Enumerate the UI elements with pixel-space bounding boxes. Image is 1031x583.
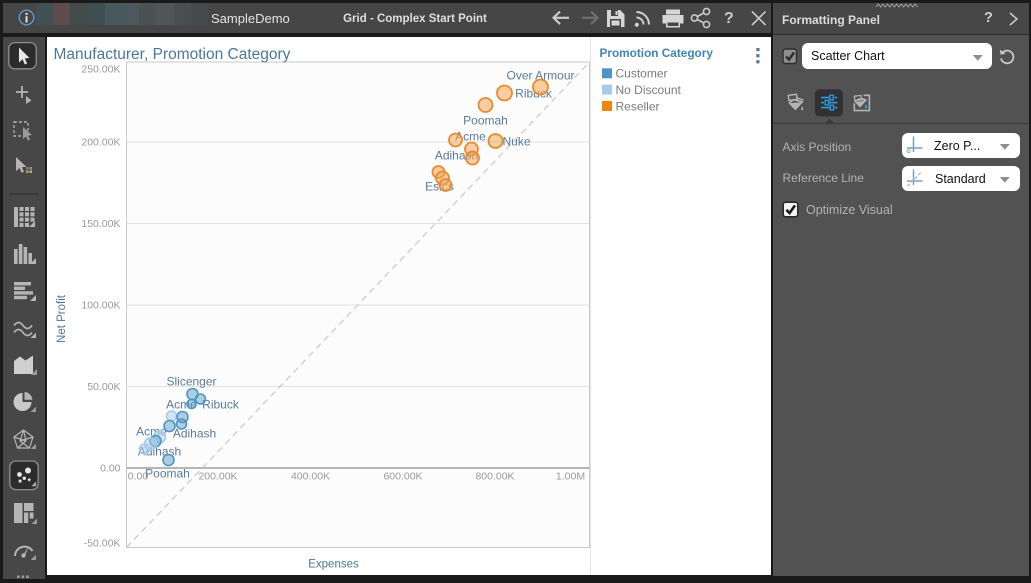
svg-text:-50.00K: -50.00K <box>83 538 120 550</box>
svg-text:?: ? <box>724 10 734 27</box>
svg-text:No Discount: No Discount <box>615 83 681 97</box>
svg-text:600.00K: 600.00K <box>383 471 422 483</box>
svg-text:Ribuck: Ribuck <box>202 397 240 411</box>
svg-text:Promotion Category: Promotion Category <box>599 46 713 60</box>
svg-text:Reseller: Reseller <box>615 99 659 113</box>
svg-text:Manufacturer, Promotion Catego: Manufacturer, Promotion Category <box>53 46 290 63</box>
svg-text:150.00K: 150.00K <box>81 218 120 230</box>
svg-text:Poomah: Poomah <box>145 466 190 480</box>
svg-text:200.00K: 200.00K <box>198 471 237 483</box>
svg-text:1.00M: 1.00M <box>555 471 584 483</box>
svg-text:Nuke: Nuke <box>502 134 530 148</box>
svg-text:400.00K: 400.00K <box>290 471 329 483</box>
svg-text:Customer: Customer <box>615 67 667 81</box>
svg-text:800.00K: 800.00K <box>475 471 514 483</box>
svg-text:0.00: 0.00 <box>100 463 121 475</box>
svg-text:50.00K: 50.00K <box>87 381 120 393</box>
svg-text:Slicenger: Slicenger <box>166 374 216 388</box>
svg-text:250.00K: 250.00K <box>81 64 120 76</box>
svg-text:Net Profit: Net Profit <box>56 294 68 343</box>
svg-text:200.00K: 200.00K <box>81 137 120 149</box>
svg-text:Expenses: Expenses <box>308 559 359 571</box>
svg-text:Poomah: Poomah <box>463 113 508 127</box>
svg-text:100.00K: 100.00K <box>81 300 120 312</box>
